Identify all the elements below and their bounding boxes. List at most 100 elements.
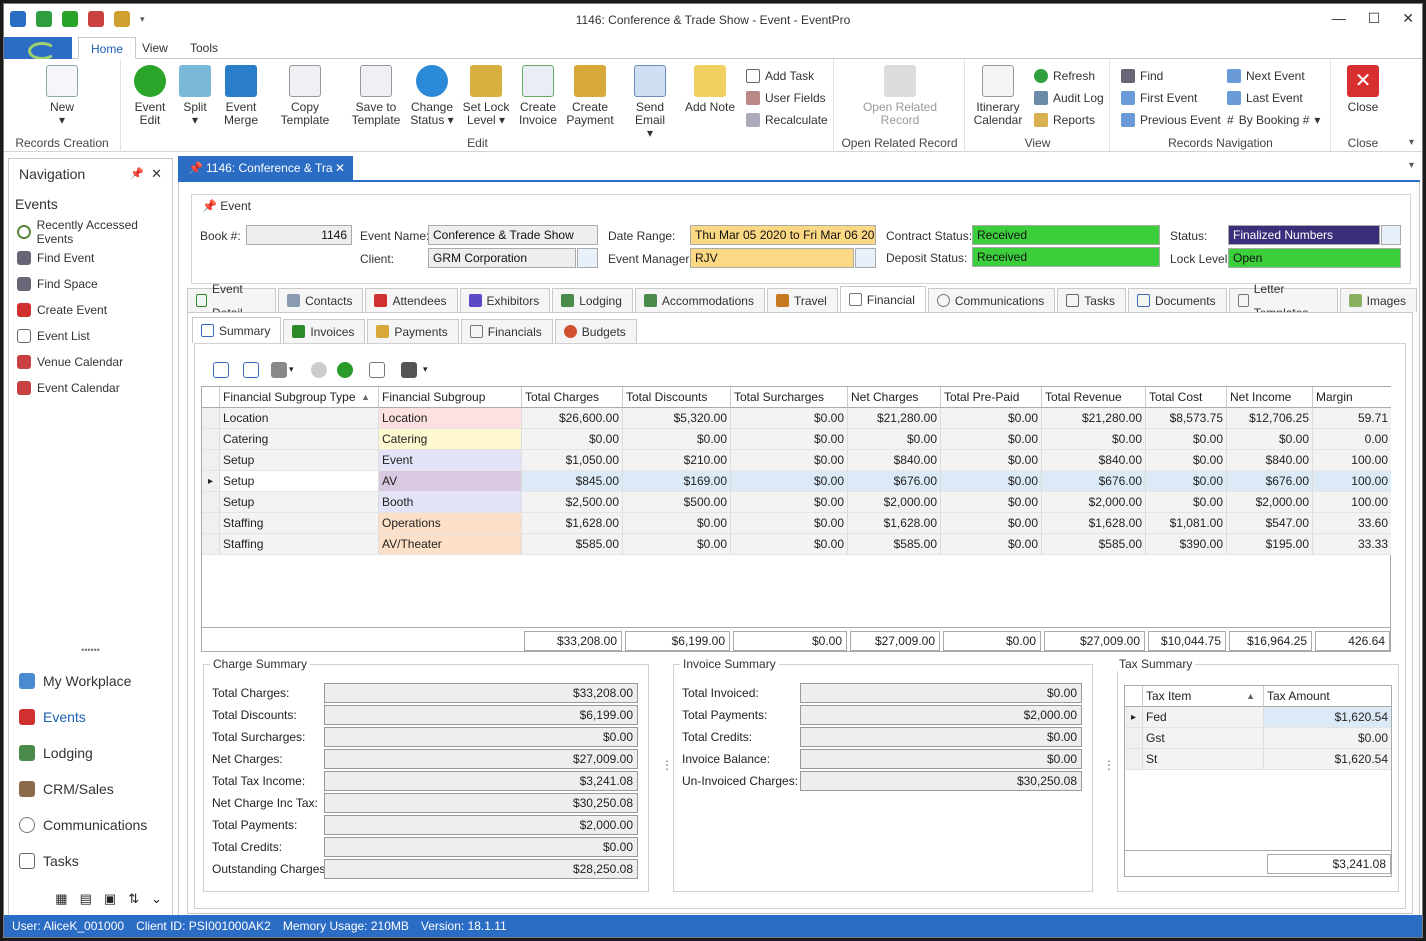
calculator-icon[interactable]: ▦ xyxy=(55,891,67,907)
itinerary-calendar-button[interactable]: Itinerary Calendar xyxy=(972,65,1024,127)
tab-attendees[interactable]: Attendees xyxy=(365,288,458,312)
module-communications[interactable]: Communications xyxy=(9,807,172,843)
find-button[interactable]: Find xyxy=(1121,67,1163,85)
send-email-button[interactable]: Send Email ▾ xyxy=(622,65,678,140)
close-window-button[interactable]: ✕ xyxy=(1402,10,1414,27)
col-total-surcharges[interactable]: Total Surcharges xyxy=(731,387,848,408)
table-row[interactable]: Catering Catering $0.00 $0.00 $0.00 $0.00 $0.0… xyxy=(202,429,1391,450)
module-lodging[interactable]: Lodging xyxy=(9,735,172,771)
new-button[interactable]: New ▾ xyxy=(42,65,82,127)
recalculate-button[interactable]: Recalculate xyxy=(746,111,828,129)
client-field[interactable]: GRM Corporation xyxy=(428,248,576,268)
close-button[interactable]: ✕ Close xyxy=(1344,65,1382,114)
create-payment-button[interactable]: Create Payment xyxy=(566,65,614,127)
subtab-budgets[interactable]: Budgets xyxy=(554,319,637,343)
event-merge-button[interactable]: Event Merge xyxy=(220,65,262,127)
col-tax-amount[interactable]: Tax Amount xyxy=(1264,686,1391,707)
col-net-charges[interactable]: Net Charges xyxy=(848,387,941,408)
subtab-payments[interactable]: Payments xyxy=(367,319,459,343)
last-event-button[interactable]: Last Event xyxy=(1227,89,1303,107)
row-indicator[interactable] xyxy=(202,429,220,450)
nav-event-calendar[interactable]: Event Calendar xyxy=(9,375,172,401)
nav-find-event[interactable]: Find Event xyxy=(9,245,172,271)
col-net-income[interactable]: Net Income xyxy=(1227,387,1313,408)
deposit-status-select[interactable]: Received xyxy=(972,247,1160,267)
filter-icon[interactable] xyxy=(271,362,287,378)
print-icon[interactable] xyxy=(401,362,417,378)
export-icon[interactable] xyxy=(243,362,259,378)
nav-venue-calendar[interactable]: Venue Calendar xyxy=(9,349,172,375)
tab-contacts[interactable]: Contacts xyxy=(278,288,364,312)
tab-financial[interactable]: Financial xyxy=(839,286,926,312)
create-invoice-button[interactable]: Create Invoice xyxy=(516,65,560,127)
status-field[interactable]: Finalized Numbers xyxy=(1228,225,1380,245)
row-indicator[interactable] xyxy=(202,450,220,471)
table-row[interactable]: Location Location $26,600.00 $5,320.00 $0.00… xyxy=(202,408,1391,429)
grid-view-icon[interactable] xyxy=(213,362,229,378)
row-indicator[interactable] xyxy=(1125,728,1143,749)
document-tab[interactable]: 📌 1146: Conference & Tra ✕ xyxy=(178,156,353,180)
tab-tasks[interactable]: Tasks xyxy=(1057,288,1126,312)
table-row[interactable]: Staffing Operations $1,628.00 $0.00 $0.00 $1,… xyxy=(202,513,1391,534)
date-range-field[interactable]: Thu Mar 05 2020 to Fri Mar 06 2020 xyxy=(690,225,876,245)
filter-dropdown-icon[interactable]: ▾ xyxy=(289,364,294,375)
set-lock-level-button[interactable]: Set Lock Level ▾ xyxy=(462,65,510,127)
subtab-invoices[interactable]: Invoices xyxy=(283,319,366,343)
row-indicator[interactable] xyxy=(1125,749,1143,770)
contract-status-select[interactable]: Received xyxy=(972,225,1160,245)
ribbon-collapse-icon[interactable]: ▾ xyxy=(1409,137,1414,148)
close-nav-icon[interactable]: ✕ xyxy=(151,159,162,189)
find-in-grid-icon[interactable] xyxy=(369,362,385,378)
splitter-handle[interactable]: ⋮ xyxy=(661,758,673,772)
lock-level-field[interactable]: Open xyxy=(1228,248,1401,268)
col-total-charges[interactable]: Total Charges xyxy=(522,387,623,408)
copy-template-button[interactable]: Copy Template xyxy=(268,65,342,127)
row-indicator[interactable] xyxy=(202,492,220,513)
subtab-financials[interactable]: Financials xyxy=(460,319,553,343)
audit-log-button[interactable]: Audit Log xyxy=(1034,89,1104,107)
by-booking-button[interactable]: # By Booking # ▾ xyxy=(1227,111,1320,129)
maximize-button[interactable]: ☐ xyxy=(1368,10,1381,27)
row-indicator[interactable]: ▸ xyxy=(1125,707,1143,728)
row-indicator[interactable] xyxy=(202,534,220,555)
module-my-workplace[interactable]: My Workplace xyxy=(9,663,172,699)
minimize-button[interactable]: — xyxy=(1332,10,1346,27)
module-crm-sales[interactable]: CRM/Sales xyxy=(9,771,172,807)
table-row[interactable]: Staffing AV/Theater $585.00 $0.00 $0.00 $585.… xyxy=(202,534,1391,555)
next-event-button[interactable]: Next Event xyxy=(1227,67,1305,85)
row-indicator[interactable]: ▸ xyxy=(202,471,220,492)
print-dropdown-icon[interactable]: ▾ xyxy=(423,364,428,375)
tab-letter-templates[interactable]: Letter Templates xyxy=(1228,282,1338,320)
col-margin[interactable]: Margin xyxy=(1313,387,1391,408)
add-task-button[interactable]: Add Task xyxy=(746,67,814,85)
tab-travel[interactable]: Travel xyxy=(766,288,838,312)
col-total-prepaid[interactable]: Total Pre-Paid xyxy=(941,387,1042,408)
client-lookup-button[interactable] xyxy=(577,248,598,268)
splitter-handle[interactable]: ⋮ xyxy=(1103,758,1115,772)
nav-splitter[interactable]: •••••• xyxy=(9,646,172,655)
row-indicator[interactable] xyxy=(202,408,220,429)
nav-find-space[interactable]: Find Space xyxy=(9,271,172,297)
clipboard-icon[interactable]: ▤ xyxy=(80,891,92,907)
refresh-button[interactable]: Refresh xyxy=(1034,67,1095,85)
subtab-summary[interactable]: Summary xyxy=(192,317,282,343)
document-list-dropdown-icon[interactable]: ▾ xyxy=(1409,160,1414,171)
collapse-icon[interactable] xyxy=(311,362,327,378)
pin-icon[interactable]: 📌 xyxy=(130,159,144,189)
event-manager-field[interactable]: RJV xyxy=(690,248,854,268)
change-status-button[interactable]: Change Status ▾ xyxy=(410,65,454,127)
event-name-field[interactable]: Conference & Trade Show xyxy=(428,225,598,245)
tab-home[interactable]: Home xyxy=(78,37,137,59)
tab-tools[interactable]: Tools xyxy=(178,37,230,59)
previous-event-button[interactable]: Previous Event xyxy=(1121,111,1221,129)
col-subgroup[interactable]: Financial Subgroup xyxy=(379,387,522,408)
manager-lookup-button[interactable] xyxy=(855,248,876,268)
tab-lodging[interactable]: Lodging xyxy=(552,288,633,312)
expand-icon[interactable] xyxy=(337,362,353,378)
tab-images[interactable]: Images xyxy=(1339,288,1417,312)
nav-event-list[interactable]: Event List xyxy=(9,323,172,349)
col-total-revenue[interactable]: Total Revenue xyxy=(1042,387,1146,408)
col-tax-item[interactable]: Tax Item ▲ xyxy=(1143,686,1264,707)
table-row[interactable]: Gst $0.00 xyxy=(1125,728,1391,749)
add-note-button[interactable]: Add Note xyxy=(684,65,736,114)
